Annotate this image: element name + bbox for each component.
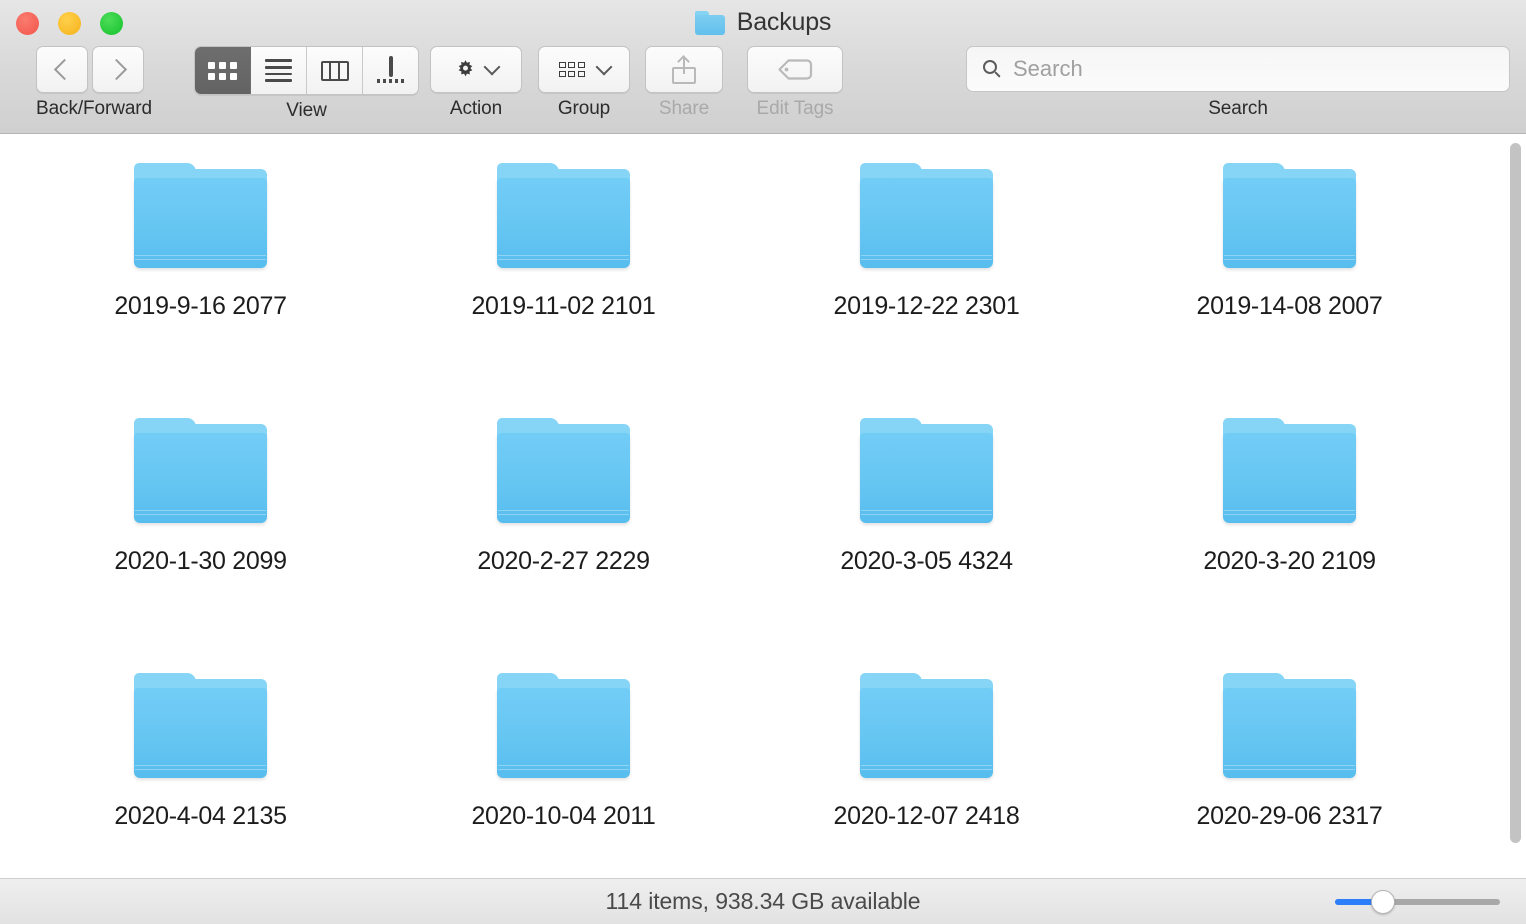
- list-item[interactable]: 2019-11-02 2101: [382, 163, 745, 418]
- nav-group: Back/Forward: [36, 46, 152, 120]
- file-grid-area[interactable]: 2019-9-16 2077 2019-11-02 2101 2019-12-2…: [0, 134, 1526, 878]
- item-label: 2019-12-22 2301: [834, 292, 1020, 321]
- search-input[interactable]: Search: [966, 46, 1510, 92]
- folder-icon: [134, 163, 267, 270]
- share-group: Share: [645, 46, 723, 120]
- list-item[interactable]: 2019-9-16 2077: [19, 163, 382, 418]
- grid-icon: [208, 62, 237, 80]
- item-label: 2019-14-08 2007: [1197, 292, 1383, 321]
- folder-icon: [497, 673, 630, 780]
- nav-label: Back/Forward: [36, 98, 152, 120]
- folder-icon: [860, 418, 993, 525]
- status-text: 114 items, 938.34 GB available: [606, 888, 921, 915]
- item-label: 2019-11-02 2101: [471, 292, 655, 321]
- folder-icon: [1223, 673, 1356, 780]
- back-button[interactable]: [36, 46, 88, 93]
- share-label: Share: [645, 98, 723, 120]
- share-icon: [672, 56, 696, 84]
- scrollbar-thumb[interactable]: [1510, 143, 1521, 843]
- view-icon-button[interactable]: [195, 47, 251, 94]
- view-group: View: [194, 46, 419, 122]
- chevron-down-icon: [484, 59, 501, 76]
- chevron-down-icon: [595, 59, 612, 76]
- edit-tags-label: Edit Tags: [747, 98, 843, 120]
- list-item[interactable]: 2020-3-20 2109: [1108, 418, 1471, 673]
- search-icon: [983, 60, 1002, 79]
- list-item[interactable]: 2020-1-30 2099: [19, 418, 382, 673]
- action-label: Action: [430, 98, 522, 120]
- list-icon: [265, 59, 292, 81]
- folder-icon: [1223, 163, 1356, 270]
- action-button[interactable]: [430, 46, 522, 93]
- list-item[interactable]: 2020-4-04 2135: [19, 673, 382, 878]
- list-item[interactable]: 2020-2-27 2229: [382, 418, 745, 673]
- item-label: 2020-29-06 2317: [1197, 802, 1383, 831]
- status-bar: 114 items, 938.34 GB available: [0, 878, 1526, 924]
- view-gallery-button[interactable]: [363, 47, 418, 94]
- view-label: View: [194, 100, 419, 122]
- item-label: 2020-1-30 2099: [114, 547, 286, 576]
- action-group: Action: [430, 46, 522, 120]
- search-placeholder: Search: [1013, 56, 1083, 82]
- vertical-scrollbar[interactable]: [1508, 136, 1523, 876]
- close-button[interactable]: [16, 12, 39, 35]
- folder-icon: [860, 163, 993, 270]
- folder-icon: [1223, 418, 1356, 525]
- item-label: 2019-9-16 2077: [114, 292, 286, 321]
- group-grid-icon: [559, 62, 589, 77]
- view-column-button[interactable]: [307, 47, 363, 94]
- page-title: Backups: [737, 8, 832, 37]
- list-item[interactable]: 2020-29-06 2317: [1108, 673, 1471, 878]
- chevron-right-icon: [105, 59, 126, 80]
- folder-icon: [497, 163, 630, 270]
- item-label: 2020-12-07 2418: [834, 802, 1020, 831]
- gear-icon: [454, 58, 477, 81]
- folder-icon: [497, 418, 630, 525]
- group-label: Group: [538, 98, 630, 120]
- gallery-icon: [376, 58, 406, 83]
- list-item[interactable]: 2019-12-22 2301: [745, 163, 1108, 418]
- item-label: 2020-2-27 2229: [477, 547, 649, 576]
- toolbar: Backups Back/Forward: [0, 0, 1526, 134]
- view-list-button[interactable]: [251, 47, 307, 94]
- search-label: Search: [966, 98, 1510, 120]
- item-label: 2020-3-05 4324: [840, 547, 1012, 576]
- folder-icon: [134, 673, 267, 780]
- group-button[interactable]: [538, 46, 630, 93]
- edit-tags-button[interactable]: [747, 46, 843, 93]
- window-controls: [16, 12, 123, 35]
- list-item[interactable]: 2020-3-05 4324: [745, 418, 1108, 673]
- item-label: 2020-4-04 2135: [114, 802, 286, 831]
- search-group: Search Search: [966, 46, 1510, 120]
- forward-button[interactable]: [92, 46, 144, 93]
- folder-icon: [134, 418, 267, 525]
- view-segmented-control[interactable]: [194, 46, 419, 95]
- item-label: 2020-3-20 2109: [1203, 547, 1375, 576]
- tag-icon: [777, 59, 813, 80]
- icon-size-slider[interactable]: [1335, 892, 1500, 912]
- list-item[interactable]: 2020-10-04 2011: [382, 673, 745, 878]
- tags-group: Edit Tags: [747, 46, 843, 120]
- window-title-area: Backups: [0, 8, 1526, 37]
- slider-knob[interactable]: [1371, 890, 1395, 914]
- icon-grid: 2019-9-16 2077 2019-11-02 2101 2019-12-2…: [0, 134, 1526, 878]
- maximize-button[interactable]: [100, 12, 123, 35]
- finder-window: Backups Back/Forward: [0, 0, 1526, 924]
- group-group: Group: [538, 46, 630, 120]
- share-button[interactable]: [645, 46, 723, 93]
- folder-icon: [695, 11, 725, 35]
- item-label: 2020-10-04 2011: [471, 802, 655, 831]
- minimize-button[interactable]: [58, 12, 81, 35]
- list-item[interactable]: 2020-12-07 2418: [745, 673, 1108, 878]
- folder-icon: [860, 673, 993, 780]
- list-item[interactable]: 2019-14-08 2007: [1108, 163, 1471, 418]
- chevron-left-icon: [53, 59, 74, 80]
- columns-icon: [321, 61, 349, 81]
